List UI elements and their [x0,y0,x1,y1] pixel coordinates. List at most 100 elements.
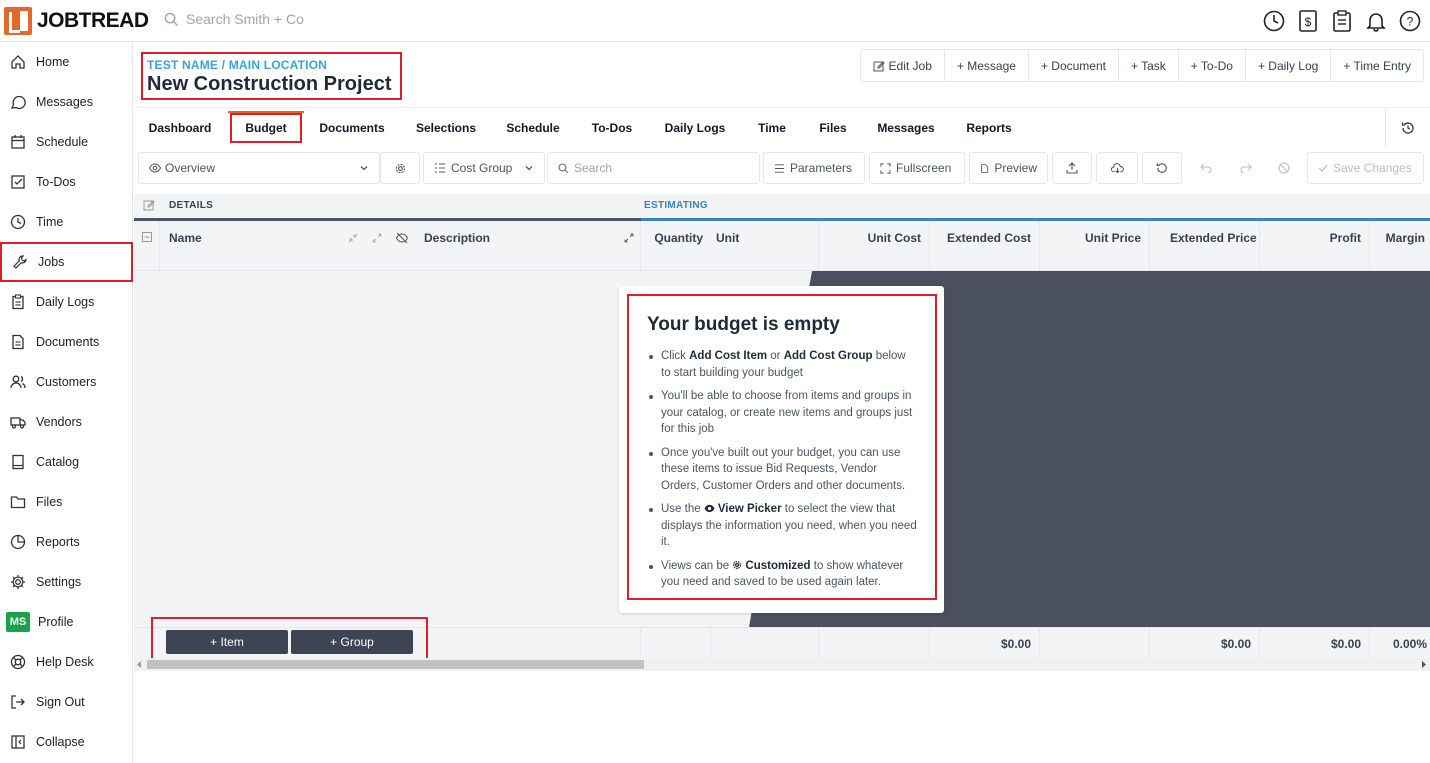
col-margin[interactable]: Margin [1370,221,1430,271]
tab-dashboard[interactable]: Dashboard [139,108,221,148]
sidebar-item-customers[interactable]: Customers [0,362,133,402]
preview-button[interactable]: Preview [969,152,1048,184]
scroll-right-icon[interactable] [1421,661,1427,668]
history-icon[interactable] [1142,152,1182,184]
group-by-value: Cost Group [451,161,513,175]
tab-schedule[interactable]: Schedule [496,108,570,148]
col-unit[interactable]: Unit [711,221,819,271]
history-icon[interactable] [1385,108,1430,148]
sidebar-item-collapse[interactable]: Collapse [0,722,133,762]
fullscreen-button[interactable]: Fullscreen [869,152,965,184]
tip-bold: View Picker [717,503,782,515]
bell-icon[interactable] [1364,9,1388,33]
add-time-entry-button[interactable]: + Time Entry [1331,50,1423,81]
col-quantity[interactable]: Quantity [641,221,711,271]
sidebar-item-home[interactable]: Home [0,42,133,82]
add-task-button[interactable]: + Task [1119,50,1179,81]
col-unit-price[interactable]: Unit Price [1040,221,1150,271]
horizontal-scrollbar[interactable] [134,658,1430,671]
expand-icon[interactable] [372,233,382,243]
tab-documents[interactable]: Documents [310,108,394,148]
sidebar-item-sign-out[interactable]: Sign Out [0,682,133,722]
lifebuoy-icon [9,653,27,671]
customize-view-button[interactable] [380,152,420,184]
job-header: TEST NAME / MAIN LOCATION New Constructi… [141,52,402,100]
tab-reports[interactable]: Reports [956,108,1022,148]
cloud-sync-icon[interactable] [1096,152,1138,184]
redo-icon[interactable] [1226,152,1266,184]
expand-icon[interactable] [624,233,634,243]
wrench-icon [11,253,29,271]
clipboard-icon[interactable] [1330,9,1354,33]
tab-budget[interactable]: Budget [228,111,304,143]
sidebar-item-daily-logs[interactable]: Daily Logs [0,282,133,322]
tab-todos[interactable]: To-Dos [578,108,646,148]
add-cost-group-button[interactable]: + Group [291,630,413,654]
edit-job-button[interactable]: Edit Job [861,50,945,81]
sidebar-item-label: Jobs [38,255,65,269]
sidebar-item-settings[interactable]: Settings [0,562,133,602]
tab-messages[interactable]: Messages [869,108,943,148]
scroll-left-icon[interactable] [136,661,142,668]
invoice-icon[interactable]: $ [1296,9,1320,33]
tip-text: Views can be [661,559,733,572]
col-name-label: Name [169,231,202,245]
global-search[interactable]: Search Smith + Co [164,11,304,27]
col-extended-price[interactable]: Extended Price [1150,221,1260,271]
tab-selections[interactable]: Selections [402,108,490,148]
collapse-icon[interactable] [348,233,358,243]
scrollbar-thumb[interactable] [147,660,644,669]
sidebar-item-files[interactable]: Files [0,482,133,522]
eye-off-icon[interactable] [396,232,408,244]
add-message-button[interactable]: + Message [945,50,1029,81]
main-content: TEST NAME / MAIN LOCATION New Constructi… [134,42,1430,763]
col-extended-cost[interactable]: Extended Cost [930,221,1040,271]
sign-out-icon [9,693,27,711]
clock-icon[interactable] [1262,9,1286,33]
sidebar-item-documents[interactable]: Documents [0,322,133,362]
tab-daily-logs[interactable]: Daily Logs [654,108,736,148]
avatar: MS [6,612,30,632]
total-extended-price: $0.00 [1150,628,1260,659]
col-unit-cost[interactable]: Unit Cost [819,221,930,271]
sidebar-item-jobs[interactable]: Jobs [0,242,133,282]
sidebar-item-time[interactable]: Time [0,202,133,242]
tab-files[interactable]: Files [809,108,857,148]
logo[interactable]: JOBTREAD [4,7,149,35]
add-document-button[interactable]: + Document [1029,50,1119,81]
add-cost-item-button[interactable]: + Item [166,630,288,654]
collapse-all-icon[interactable] [134,221,160,271]
export-icon[interactable] [1052,152,1092,184]
sidebar-item-vendors[interactable]: Vendors [0,402,133,442]
sidebar-item-profile[interactable]: MS Profile [0,602,133,642]
save-changes-button[interactable]: Save Changes [1307,152,1424,184]
col-profit[interactable]: Profit [1260,221,1370,271]
sidebar-item-help-desk[interactable]: Help Desk [0,642,133,682]
col-description[interactable]: Description [415,221,641,271]
parameters-button[interactable]: Parameters [763,152,865,184]
job-breadcrumb[interactable]: TEST NAME / MAIN LOCATION [147,58,396,72]
logo-mark-icon [4,7,32,35]
group-by-select[interactable]: Cost Group [423,152,545,184]
global-search-placeholder[interactable]: Search Smith + Co [186,11,304,27]
sidebar-item-schedule[interactable]: Schedule [0,122,133,162]
empty-state-tip: Use the View Picker to select the view t… [647,501,917,551]
sidebar-item-reports[interactable]: Reports [0,522,133,562]
list-icon [435,163,445,173]
discard-icon[interactable] [1266,152,1302,184]
tab-time[interactable]: Time [748,108,796,148]
col-name[interactable]: Name [160,221,415,271]
sidebar-item-catalog[interactable]: Catalog [0,442,133,482]
add-todo-button[interactable]: + To-Do [1179,50,1246,81]
view-picker[interactable]: Overview [138,152,380,184]
sidebar-item-label: Catalog [36,455,80,469]
budget-search-input[interactable]: Search [547,152,760,184]
sidebar-item-messages[interactable]: Messages [0,82,133,122]
fullscreen-icon [880,162,891,174]
sidebar-item-todos[interactable]: To-Dos [0,162,133,202]
empty-state-tip: You'll be able to choose from items and … [647,388,917,438]
edit-icon[interactable] [143,199,155,211]
undo-icon[interactable] [1186,152,1226,184]
add-daily-log-button[interactable]: + Daily Log [1246,50,1332,81]
help-icon[interactable]: ? [1398,9,1422,33]
